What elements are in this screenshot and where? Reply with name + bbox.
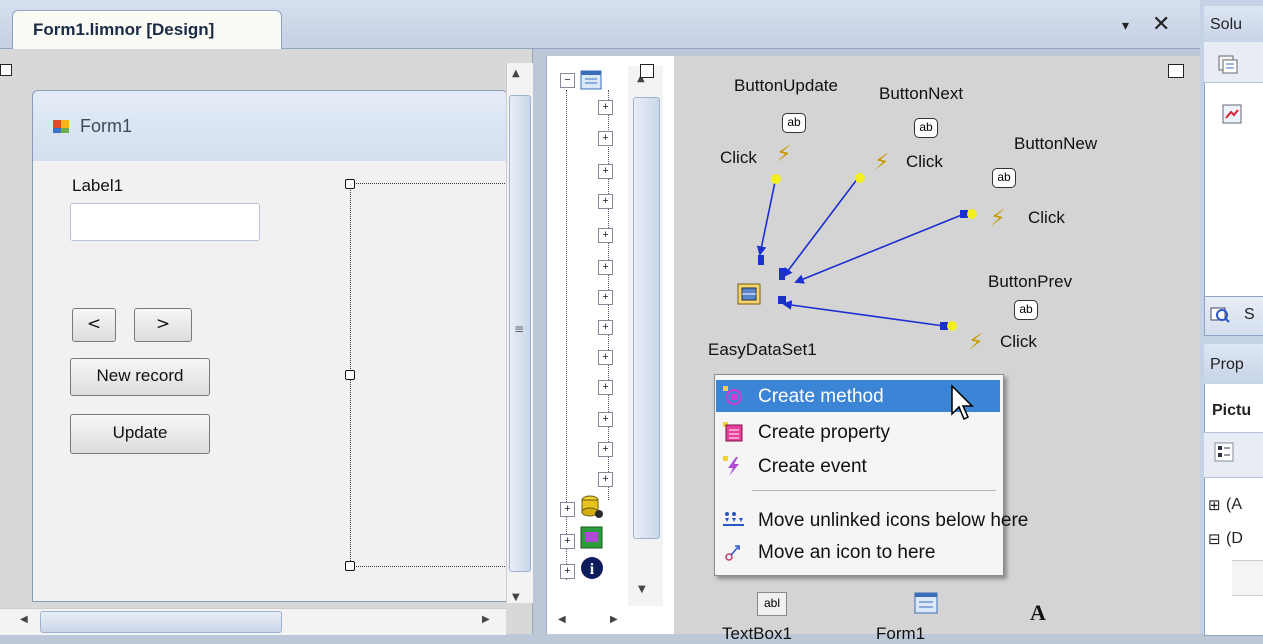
collapse-icon[interactable]: ⊟ bbox=[1208, 530, 1221, 548]
link-endpoint bbox=[940, 322, 948, 330]
textbox1-label: TextBox1 bbox=[722, 624, 792, 643]
event-icon bbox=[722, 455, 744, 477]
update-button[interactable]: Update bbox=[70, 414, 210, 454]
picture-box-selection[interactable] bbox=[350, 183, 507, 567]
link-endpoint bbox=[960, 210, 968, 218]
link-new-line bbox=[794, 213, 965, 284]
button-next-icon[interactable]: ab bbox=[914, 118, 938, 138]
next-button[interactable]: > bbox=[134, 308, 192, 342]
tree-root-form-icon bbox=[580, 70, 602, 90]
property-value-cell[interactable] bbox=[1232, 560, 1263, 596]
scroll-up-icon[interactable]: ▲ bbox=[512, 68, 520, 79]
categorized-icon[interactable] bbox=[1214, 442, 1234, 462]
tree-scroll-left-icon[interactable]: ◀ bbox=[558, 614, 566, 625]
button-prev-label: ButtonPrev bbox=[988, 272, 1073, 291]
label-icon[interactable]: A bbox=[1030, 600, 1046, 626]
tab-close-icon[interactable]: ✕ bbox=[1152, 12, 1170, 37]
menu-item-move-unlinked-icons[interactable]: Move unlinked icons below here bbox=[716, 504, 1028, 536]
textbox1[interactable] bbox=[70, 203, 260, 241]
link-endpoint bbox=[778, 296, 786, 304]
menu-item-label: Create method bbox=[758, 386, 884, 407]
scroll-grip-icon: ≡ bbox=[514, 322, 525, 336]
button-prev-icon[interactable]: ab bbox=[1014, 300, 1038, 320]
link-endpoint bbox=[758, 255, 764, 265]
property-icon bbox=[722, 421, 744, 443]
mouse-cursor-icon bbox=[950, 384, 976, 424]
properties-toolbar-icon[interactable] bbox=[1218, 54, 1238, 74]
menu-separator bbox=[752, 490, 996, 491]
form1-node-label: Form1 bbox=[876, 624, 926, 643]
selection-handle[interactable] bbox=[345, 561, 355, 571]
scroll-right-icon[interactable]: ▶ bbox=[482, 614, 490, 625]
port bbox=[947, 321, 957, 331]
menu-item-create-event[interactable]: Create event bbox=[716, 450, 1000, 482]
button-update-icon[interactable]: ab bbox=[782, 113, 806, 133]
expand-icon[interactable]: ⊞ bbox=[1208, 496, 1221, 514]
property-category-a[interactable]: (A bbox=[1226, 496, 1242, 514]
button-next-label: ButtonNext bbox=[879, 84, 964, 103]
menu-item-move-icon[interactable]: Move an icon to here bbox=[716, 536, 1000, 568]
link-prev-line bbox=[782, 300, 945, 327]
properties-title: Prop bbox=[1210, 356, 1244, 373]
event-bolt-icon: ⚡ bbox=[874, 150, 890, 175]
tree-vertical-scroll-thumb[interactable] bbox=[633, 97, 660, 539]
port bbox=[771, 174, 781, 184]
database-icon bbox=[580, 494, 604, 520]
selected-object-label: Pictu bbox=[1212, 402, 1252, 419]
picture-box-icon bbox=[580, 526, 604, 550]
button-new-event: Click bbox=[1028, 208, 1065, 227]
link-endpoint bbox=[779, 268, 785, 280]
button-update-event: Click bbox=[720, 148, 757, 167]
project-icon[interactable] bbox=[1222, 104, 1242, 124]
search-tab-label: S bbox=[1244, 306, 1255, 323]
designer-horizontal-scroll-thumb[interactable] bbox=[40, 611, 282, 633]
selection-handle[interactable] bbox=[345, 370, 355, 380]
button-update-label: ButtonUpdate bbox=[734, 76, 838, 95]
form-icon bbox=[52, 117, 70, 135]
tab-title: Form1.limnor [Design] bbox=[33, 20, 215, 39]
prev-button[interactable]: < bbox=[72, 308, 116, 342]
link-update-line bbox=[756, 181, 776, 256]
button-next-event: Click bbox=[906, 152, 943, 171]
event-bolt-icon: ⚡ bbox=[968, 330, 984, 355]
search-icon bbox=[1210, 304, 1230, 324]
tab-dropdown-icon[interactable]: ▾ bbox=[1122, 18, 1129, 34]
info-icon: i bbox=[580, 556, 604, 580]
dataset-icon[interactable] bbox=[736, 282, 766, 308]
new-record-button[interactable]: New record bbox=[70, 358, 210, 396]
textbox-icon[interactable]: abl bbox=[757, 592, 787, 616]
selection-handle[interactable] bbox=[345, 179, 355, 189]
dataset-label: EasyDataSet1 bbox=[708, 340, 817, 359]
form-icon[interactable] bbox=[914, 592, 938, 614]
port bbox=[855, 173, 865, 183]
menu-item-label: Create event bbox=[758, 456, 867, 477]
svg-text:i: i bbox=[590, 561, 595, 578]
event-bolt-icon: ⚡ bbox=[990, 206, 1006, 231]
label1: Label1 bbox=[72, 176, 124, 195]
scroll-down-icon[interactable]: ▼ bbox=[512, 592, 520, 603]
event-bolt-icon: ⚡ bbox=[776, 142, 792, 167]
menu-item-label: Create property bbox=[758, 422, 891, 443]
resize-handle[interactable] bbox=[640, 64, 654, 78]
tree-scroll-down-icon[interactable]: ▼ bbox=[638, 584, 646, 595]
method-icon bbox=[722, 385, 744, 407]
solution-explorer-title: Solu bbox=[1210, 16, 1243, 33]
move-icon bbox=[722, 541, 744, 563]
tree-scroll-right-icon[interactable]: ▶ bbox=[610, 614, 618, 625]
scroll-left-icon[interactable]: ◀ bbox=[20, 614, 28, 625]
property-category-d[interactable]: (D bbox=[1226, 530, 1243, 548]
menu-item-label: Move an icon to here bbox=[758, 542, 936, 563]
button-prev-event: Click bbox=[1000, 332, 1037, 351]
button-new-icon[interactable]: ab bbox=[992, 168, 1016, 188]
port bbox=[967, 209, 977, 219]
tab-form1-design[interactable]: Form1.limnor [Design] bbox=[12, 10, 282, 49]
button-new-label: ButtonNew bbox=[1014, 134, 1098, 153]
form-title: Form1 bbox=[80, 116, 133, 136]
move-unlinked-icon bbox=[722, 509, 744, 531]
resize-handle[interactable] bbox=[0, 64, 12, 76]
menu-item-label: Move unlinked icons below here bbox=[758, 510, 1029, 531]
